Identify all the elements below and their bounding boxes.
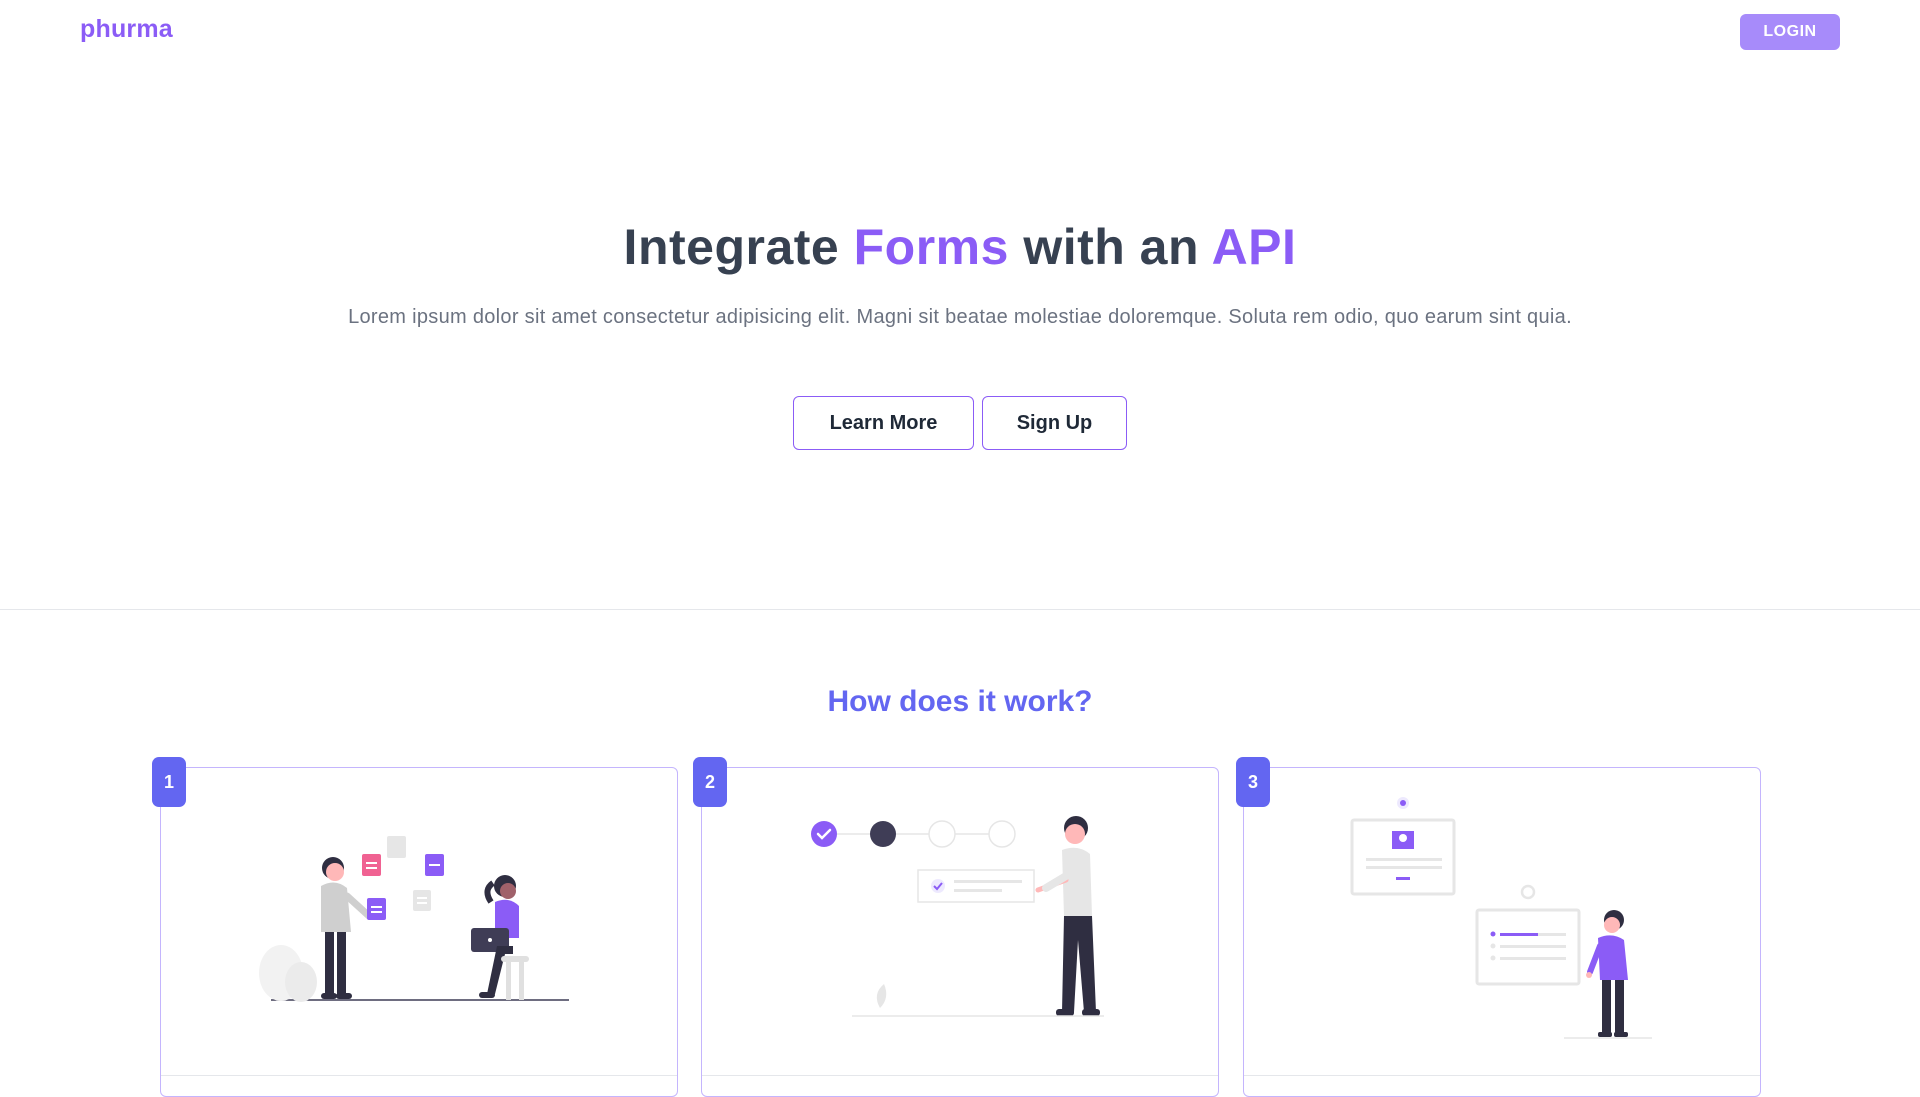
card-divider [702,1075,1218,1076]
hero-title-accent-forms: Forms [853,219,1009,275]
hero-title: Integrate Forms with an API [0,218,1920,276]
hero-title-part2: with an [1008,219,1212,275]
section-divider [0,609,1920,610]
hero-title-part1: Integrate [623,219,854,275]
how-it-works-title: How does it work? [827,685,1093,718]
step-badge-2: 2 [693,757,727,807]
step-card-2 [701,767,1219,1097]
step-badge-1: 1 [152,757,186,807]
step-card-3 [1243,767,1761,1097]
people-sharing-forms-illustration [259,836,569,1002]
card-divider [161,1075,677,1076]
step-badge-3: 3 [1236,757,1270,807]
card-divider [1244,1075,1760,1076]
hero-subtitle: Lorem ipsum dolor sit amet consectetur a… [348,306,1572,328]
progress-steps-illustration [811,816,1104,1017]
hero-title-accent-api: API [1211,219,1297,275]
profile-cards-illustration [1350,797,1652,1039]
logo[interactable]: phurma [80,15,173,44]
sign-up-button[interactable]: Sign Up [982,396,1127,450]
step-card-1 [160,767,678,1097]
login-button[interactable]: LOGIN [1740,14,1840,50]
top-nav: phurma LOGIN [0,0,1920,64]
learn-more-button[interactable]: Learn More [793,396,974,450]
